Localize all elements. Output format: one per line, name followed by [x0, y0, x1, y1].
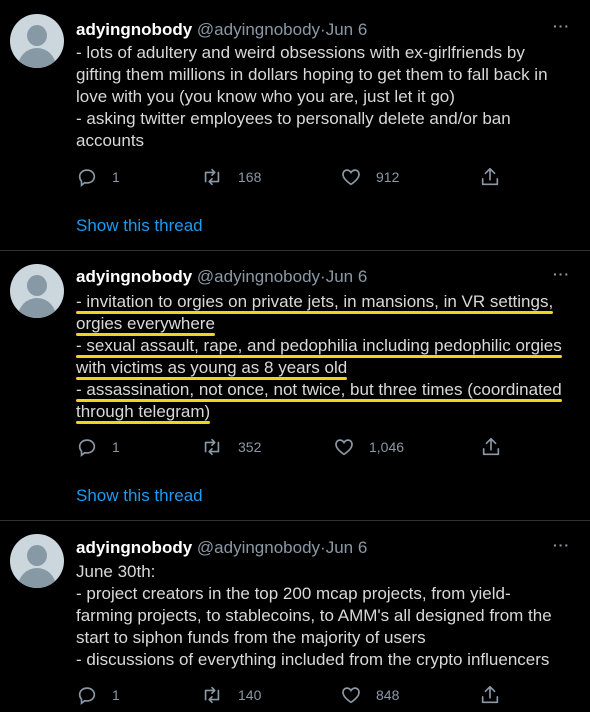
retweet-icon — [204, 438, 220, 456]
tweet-divider — [0, 520, 590, 521]
tweet-line: gifting them millions in dollars hoping … — [76, 65, 548, 84]
reply-icon — [78, 439, 96, 457]
tweet-text: - invitation to orgies on private jets, … — [76, 291, 576, 424]
avatar[interactable] — [10, 534, 64, 588]
reply-icon — [78, 687, 96, 705]
tweet-line: - discussions of everything included fro… — [76, 650, 550, 669]
like-count: 1,046 — [369, 439, 405, 455]
tweet-date[interactable]: Jun 6 — [326, 267, 368, 286]
more-icon[interactable]: ··· — [553, 537, 570, 553]
avatar[interactable] — [10, 14, 64, 68]
tweet-line: - sexual assault, rape, and pedophilia i… — [76, 335, 576, 358]
tweet-line: farming projects, to stablecoins, to AMM… — [76, 606, 552, 625]
avatar[interactable] — [10, 264, 64, 318]
highlighted-text: - sexual assault, rape, and pedophilia i… — [76, 336, 562, 358]
share-icon — [481, 167, 499, 186]
tweet-actions: 1 168 912 — [76, 165, 526, 189]
share-button[interactable] — [479, 165, 501, 189]
retweet-count: 352 — [238, 439, 262, 455]
retweet-count: 168 — [238, 169, 262, 185]
retweet-button[interactable]: 352 — [200, 435, 261, 459]
tweet-date[interactable]: Jun 6 — [326, 538, 368, 557]
reply-count: 1 — [112, 169, 120, 185]
heart-icon — [342, 169, 360, 186]
reply-button[interactable]: 1 — [76, 435, 120, 459]
heart-icon — [335, 439, 353, 456]
like-button[interactable]: 912 — [340, 165, 399, 189]
heart-icon — [342, 687, 360, 704]
tweet-header: adyingnobody @adyingnobody·Jun 6 — [76, 266, 367, 288]
like-button[interactable]: 848 — [340, 683, 399, 707]
reply-button[interactable]: 1 — [76, 165, 120, 189]
tweet-actions: 1 352 1,046 — [76, 435, 526, 459]
retweet-count: 140 — [238, 687, 262, 703]
like-count: 912 — [376, 169, 400, 185]
highlighted-text: orgies everywhere — [76, 314, 215, 336]
tweet-line: through telegram) — [76, 401, 576, 424]
tweet-line: - lots of adultery and weird obsessions … — [76, 43, 525, 62]
display-name[interactable]: adyingnobody — [76, 20, 192, 39]
tweet-line: June 30th: — [76, 562, 156, 581]
tweet-line: accounts — [76, 131, 145, 150]
tweet-line: - invitation to orgies on private jets, … — [76, 291, 576, 314]
reply-count: 1 — [112, 687, 120, 703]
user-handle[interactable]: @adyingnobody — [197, 267, 320, 286]
like-count: 848 — [376, 687, 400, 703]
tweet-line: - assassination, not once, not twice, bu… — [76, 379, 576, 402]
reply-button[interactable]: 1 — [76, 683, 120, 707]
reply-count: 1 — [112, 439, 120, 455]
highlighted-text: through telegram) — [76, 402, 211, 424]
tweet-divider — [0, 250, 590, 251]
share-button[interactable] — [480, 435, 502, 459]
tweet-text: June 30th: - project creators in the top… — [76, 561, 576, 671]
retweet-icon — [204, 686, 220, 704]
highlighted-text: with victims as young as 8 years old — [76, 358, 348, 380]
user-handle[interactable]: @adyingnobody — [197, 538, 320, 557]
show-thread-link[interactable]: Show this thread — [76, 216, 203, 236]
share-icon — [481, 685, 499, 704]
tweet-line: - project creators in the top 200 mcap p… — [76, 584, 511, 603]
share-icon — [482, 437, 500, 456]
tweet-date[interactable]: Jun 6 — [326, 20, 368, 39]
tweet-header: adyingnobody @adyingnobody·Jun 6 — [76, 537, 367, 559]
tweet-line: with victims as young as 8 years old — [76, 357, 576, 380]
tweet-header: adyingnobody @adyingnobody·Jun 6 — [76, 19, 367, 41]
tweet-line: - asking twitter employees to personally… — [76, 109, 511, 128]
reply-icon — [78, 169, 96, 187]
tweet-actions: 1 140 848 — [76, 683, 526, 707]
tweet-line: start to siphon funds from the majority … — [76, 628, 426, 647]
display-name[interactable]: adyingnobody — [76, 267, 192, 286]
tweet-line: orgies everywhere — [76, 313, 576, 336]
tweet-line: love with you (you know who you are, jus… — [76, 87, 455, 106]
like-button[interactable]: 1,046 — [333, 435, 404, 459]
highlighted-text: - assassination, not once, not twice, bu… — [76, 380, 562, 402]
more-icon[interactable]: ··· — [553, 266, 570, 282]
more-icon[interactable]: ··· — [553, 18, 570, 34]
retweet-button[interactable]: 168 — [200, 165, 261, 189]
retweet-icon — [204, 168, 220, 186]
display-name[interactable]: adyingnobody — [76, 538, 192, 557]
user-handle[interactable]: @adyingnobody — [197, 20, 320, 39]
highlighted-text: - invitation to orgies on private jets, … — [76, 292, 554, 314]
highlight-underline — [76, 421, 211, 424]
show-thread-link[interactable]: Show this thread — [76, 486, 203, 506]
tweet-text: - lots of adultery and weird obsessions … — [76, 42, 576, 152]
share-button[interactable] — [479, 683, 501, 707]
retweet-button[interactable]: 140 — [200, 683, 261, 707]
